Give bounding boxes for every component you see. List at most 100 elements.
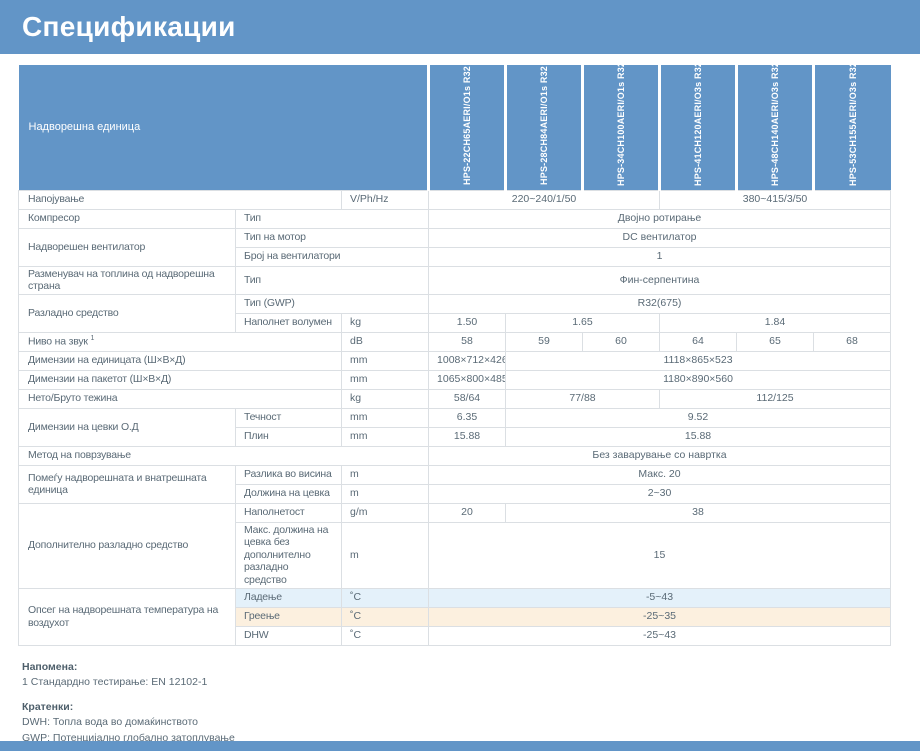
row-temp-cooling: Опсег на надворешната температура на воз… <box>19 588 891 607</box>
row-label: Разладно средство <box>19 294 236 332</box>
row-unit: mm <box>342 351 429 370</box>
row-sublabel: Број на вентилатори <box>236 247 429 266</box>
row-label: Нето/Бруто тежина <box>19 389 342 408</box>
model-name: HPS-53CH155AERI/O3s R32 <box>848 65 858 186</box>
cell-value: -25~35 <box>429 607 891 626</box>
row-unit: m <box>342 465 429 484</box>
row-additional-charge: Дополнително разладно средство Наполнето… <box>19 503 891 522</box>
footer-accent-bar <box>0 741 920 751</box>
row-sublabel: Должина на цевка <box>236 484 342 503</box>
cell-value: 1 <box>429 247 891 266</box>
cell-value: 1.84 <box>660 313 891 332</box>
cell-value: Без заварување со навртка <box>429 446 891 465</box>
model-column-header: HPS-53CH155AERI/O3s R32 <box>814 65 891 190</box>
cell-value: 15.88 <box>429 427 506 446</box>
row-sublabel: Разлика во висина <box>236 465 342 484</box>
row-fan-motor: Надворешен вентилатор Тип на мотор DC ве… <box>19 228 891 247</box>
row-unit-dimensions: Димензии на единицата (Ш×В×Д) mm 1008×71… <box>19 351 891 370</box>
row-sound-level: Ниво на звук 1 dB 58 59 60 64 65 68 <box>19 332 891 351</box>
row-label: Напојување <box>19 190 342 209</box>
row-unit: ˚C <box>342 588 429 607</box>
cell-value: 38 <box>506 503 891 522</box>
row-package-dimensions: Димензии на пакетот (Ш×В×Д) mm 1065×800×… <box>19 370 891 389</box>
row-label: Дополнително разладно средство <box>19 503 236 588</box>
abbreviations-heading: Кратенки: <box>22 700 920 715</box>
row-sublabel: Течност <box>236 408 342 427</box>
corner-header: Надворешна единица <box>19 65 429 190</box>
cell-value: 6.35 <box>429 408 506 427</box>
row-sublabel: Греење <box>236 607 342 626</box>
cell-value: 58 <box>429 332 506 351</box>
model-name: HPS-41CH120AERI/O3s R32 <box>693 65 703 186</box>
row-unit: mm <box>342 427 429 446</box>
row-sublabel: Ладење <box>236 588 342 607</box>
cell-value: 1008×712×426 <box>429 351 506 370</box>
footnotes: Напомена: 1 Стандардно тестирање: EN 121… <box>22 660 920 746</box>
cell-value: 60 <box>583 332 660 351</box>
row-label: Компресор <box>19 209 236 228</box>
footnote-marker: 1 <box>91 335 95 342</box>
cell-value: 20 <box>429 503 506 522</box>
row-unit: m <box>342 522 429 588</box>
table-header-row: Надворешна единица HPS-22CH65AERI/O1s R3… <box>19 65 891 190</box>
model-column-header: HPS-28CH84AERI/O1s R32 <box>506 65 583 190</box>
row-height-difference: Помеѓу надворешната и внатрешната единиц… <box>19 465 891 484</box>
cell-value: Двојно ротирање <box>429 209 891 228</box>
model-name: HPS-28CH84AERI/O1s R32 <box>539 66 549 185</box>
model-name: HPS-48CH140AERI/O3s R32 <box>770 65 780 186</box>
cell-value: 2~30 <box>429 484 891 503</box>
row-unit: m <box>342 484 429 503</box>
model-column-header: HPS-48CH140AERI/O3s R32 <box>737 65 814 190</box>
row-label: Димензии на пакетот (Ш×В×Д) <box>19 370 342 389</box>
cell-value: Макс. 20 <box>429 465 891 484</box>
model-column-header: HPS-22CH65AERI/O1s R32 <box>429 65 506 190</box>
model-name: HPS-22CH65AERI/O1s R32 <box>462 66 472 185</box>
cell-value: 65 <box>737 332 814 351</box>
cell-value: Фин-серпентина <box>429 266 891 294</box>
cell-value: 64 <box>660 332 737 351</box>
cell-value: 1065×800×485 <box>429 370 506 389</box>
cell-value: 9.52 <box>506 408 891 427</box>
row-unit: mm <box>342 408 429 427</box>
row-label: Димензии на цевки О.Д <box>19 408 236 446</box>
row-unit: V/Ph/Hz <box>342 190 429 209</box>
row-sublabel: Тип (GWP) <box>236 294 429 313</box>
row-label: Опсег на надворешната температура на воз… <box>19 588 236 645</box>
cell-value: 220~240/1/50 <box>429 190 660 209</box>
row-sublabel: Наполнетост <box>236 503 342 522</box>
page-title-bar: Спецификации <box>0 0 920 54</box>
cell-value: 15.88 <box>506 427 891 446</box>
cell-value: 1.65 <box>506 313 660 332</box>
model-column-header: HPS-34CH100AERI/O1s R32 <box>583 65 660 190</box>
cell-value: -25~43 <box>429 626 891 645</box>
row-label: Разменувач на топлина од надворешна стра… <box>19 266 236 294</box>
row-unit: ˚C <box>342 626 429 645</box>
row-label: Метод на поврзување <box>19 446 429 465</box>
row-sublabel: Тип <box>236 266 429 294</box>
cell-value: -5~43 <box>429 588 891 607</box>
note-heading: Напомена: <box>22 660 920 675</box>
row-unit: ˚C <box>342 607 429 626</box>
spec-table: Надворешна единица HPS-22CH65AERI/O1s R3… <box>18 65 891 646</box>
row-sublabel: Наполнет волумен <box>236 313 342 332</box>
cell-value: 112/125 <box>660 389 891 408</box>
row-sublabel: Плин <box>236 427 342 446</box>
row-compressor: Компресор Тип Двојно ротирање <box>19 209 891 228</box>
cell-value: R32(675) <box>429 294 891 313</box>
cell-value: DC вентилатор <box>429 228 891 247</box>
row-label: Димензии на единицата (Ш×В×Д) <box>19 351 342 370</box>
row-heat-exchanger: Разменувач на топлина од надворешна стра… <box>19 266 891 294</box>
cell-value: 380~415/3/50 <box>660 190 891 209</box>
row-sublabel: DHW <box>236 626 342 645</box>
row-sublabel: Макс. должина на цевка без дополнително … <box>236 522 342 588</box>
row-connection-method: Метод на поврзување Без заварување со на… <box>19 446 891 465</box>
cell-value: 1.50 <box>429 313 506 332</box>
cell-value: 68 <box>814 332 891 351</box>
model-column-header: HPS-41CH120AERI/O3s R32 <box>660 65 737 190</box>
row-power-supply: Напојување V/Ph/Hz 220~240/1/50 380~415/… <box>19 190 891 209</box>
note-line: 1 Стандардно тестирање: EN 12102-1 <box>22 675 920 690</box>
row-unit: dB <box>342 332 429 351</box>
row-unit: g/m <box>342 503 429 522</box>
row-sublabel: Тип на мотор <box>236 228 429 247</box>
cell-value: 77/88 <box>506 389 660 408</box>
